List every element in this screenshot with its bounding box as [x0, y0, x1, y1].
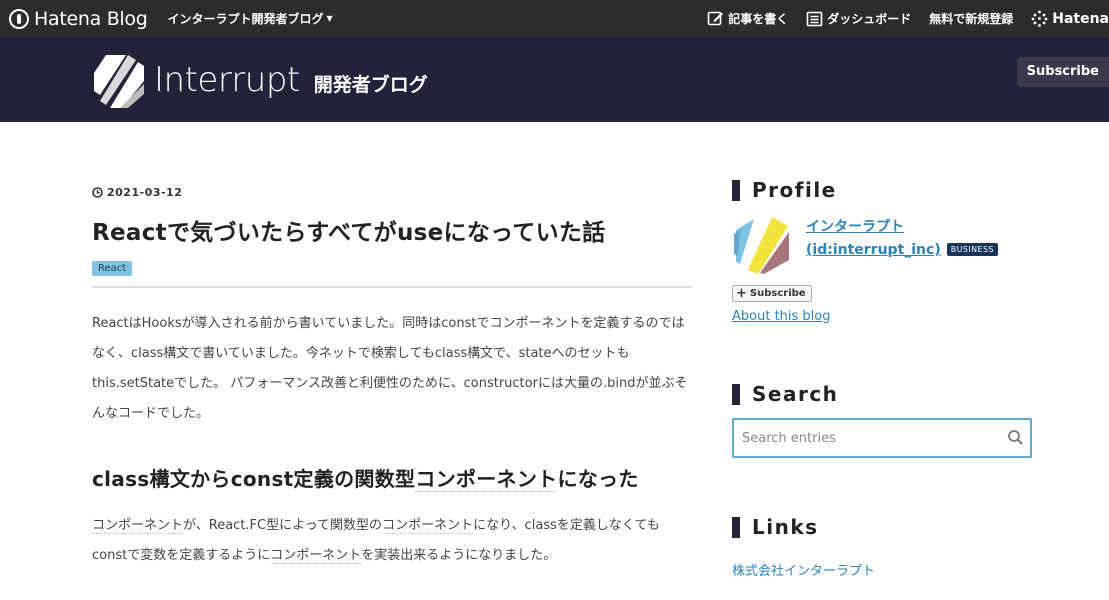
links-heading-text: Links [752, 515, 819, 539]
heading-text-post: になった [557, 467, 639, 491]
category-tag[interactable]: React [92, 261, 133, 276]
global-bar-links: 記事を書く ダッシュボード 無料で新規登録 Hatena [689, 0, 1109, 37]
profile-module: インターラプト (id:interrupt_inc) BUSINESS [732, 214, 1032, 276]
heading-bar [732, 179, 740, 201]
profile-name-link[interactable]: インターラプト [806, 216, 998, 239]
paragraph-text: が、React.FC型によって関数型の [183, 518, 383, 533]
article: 2021-03-12 Reactで気づいたらすべてがuseになっていた話 Rea… [92, 186, 692, 571]
profile-id-link[interactable]: (id:interrupt_inc) [806, 242, 941, 258]
blog-logo[interactable]: Interrupt 開発者ブログ [92, 51, 428, 109]
header-subscribe-button[interactable]: Subscribe [1016, 57, 1109, 87]
edit-icon [707, 11, 724, 26]
signup-link[interactable]: 無料で新規登録 [929, 10, 1013, 27]
search-form [732, 418, 1032, 458]
global-header-bar: Hatena Blog インターラプト開発者ブログ ▼ 記事を書く ダッシュボー… [0, 0, 1109, 37]
about-blog-link[interactable]: About this blog [732, 309, 1032, 324]
dots-grid-icon [1031, 10, 1048, 27]
plus-icon: + [736, 285, 747, 301]
sidebar-subscribe-button[interactable]: + Subscribe [732, 285, 812, 302]
heading-bar [732, 383, 740, 405]
keyword-link[interactable]: コンポーネント [92, 518, 184, 534]
search-input[interactable] [734, 420, 994, 456]
blog-header: Interrupt 開発者ブログ Subscribe [0, 37, 1109, 122]
search-icon [1008, 430, 1023, 445]
profile-heading-text: Profile [752, 178, 837, 202]
profile-heading: Profile [732, 178, 1032, 202]
title-divider [92, 286, 692, 288]
business-badge: BUSINESS [946, 243, 998, 256]
signup-label: 無料で新規登録 [929, 12, 1014, 26]
search-heading-text: Search [752, 382, 839, 406]
dashboard-label: ダッシュボード [827, 12, 912, 26]
entry-date-text: 2021-03-12 [107, 186, 183, 199]
write-entry-label: 記事を書く [728, 12, 789, 26]
interrupt-logo-icon [94, 55, 144, 108]
dashboard-link[interactable]: ダッシュボード [806, 10, 911, 27]
search-button[interactable] [1007, 429, 1024, 450]
blog-subtitle: 開発者ブログ [313, 73, 428, 96]
company-link[interactable]: 株式会社インターラプト [732, 560, 1032, 579]
blog-menu-dropdown[interactable]: インターラプト開発者ブログ ▼ [168, 10, 333, 27]
keyword-link[interactable]: コンポーネント [415, 467, 558, 492]
links-heading: Links [732, 515, 1032, 539]
heading-text-pre: class構文からconst定義の関数型 [92, 467, 416, 491]
keyword-link[interactable]: コンポーネント [270, 548, 362, 564]
clock-icon [92, 187, 103, 198]
search-heading: Search [732, 382, 1032, 406]
avatar[interactable] [732, 214, 792, 276]
paragraph-text: を実装出来るようになりました。 [361, 548, 557, 563]
hatena-menu-link[interactable]: Hatena [1031, 10, 1109, 27]
section-heading: class構文からconst定義の関数型コンポーネントになった [92, 463, 692, 492]
entry-paragraph: コンポーネントが、React.FC型によって関数型のコンポーネントになり、cla… [92, 511, 690, 571]
blog-wordmark: Interrupt [154, 60, 300, 100]
caret-down-icon: ▼ [326, 14, 333, 23]
hatena-blog-logo-text: Hatena Blog [34, 7, 148, 30]
profile-info: インターラプト (id:interrupt_inc) BUSINESS [806, 216, 998, 276]
sidebar-subscribe-label: Subscribe [749, 288, 806, 299]
entry-title[interactable]: Reactで気づいたらすべてがuseになっていた話 [92, 213, 692, 247]
write-entry-link[interactable]: 記事を書く [707, 10, 788, 27]
hatena-logo-icon [9, 8, 29, 29]
entry-paragraph: ReactはHooksが導入される前から書いていました。同時はconstでコンポ… [92, 316, 688, 421]
heading-bar [732, 516, 740, 538]
sidebar: Profile インターラプト (id:interrupt_inc) BUSINE… [732, 178, 1032, 579]
blog-menu-label: インターラプト開発者ブログ [167, 12, 324, 26]
dashboard-icon [806, 11, 823, 26]
entry-date[interactable]: 2021-03-12 [92, 186, 692, 199]
hatena-label: Hatena [1052, 10, 1109, 27]
hatena-blog-logo[interactable]: Hatena Blog [9, 8, 148, 30]
keyword-link[interactable]: コンポーネント [382, 518, 474, 534]
